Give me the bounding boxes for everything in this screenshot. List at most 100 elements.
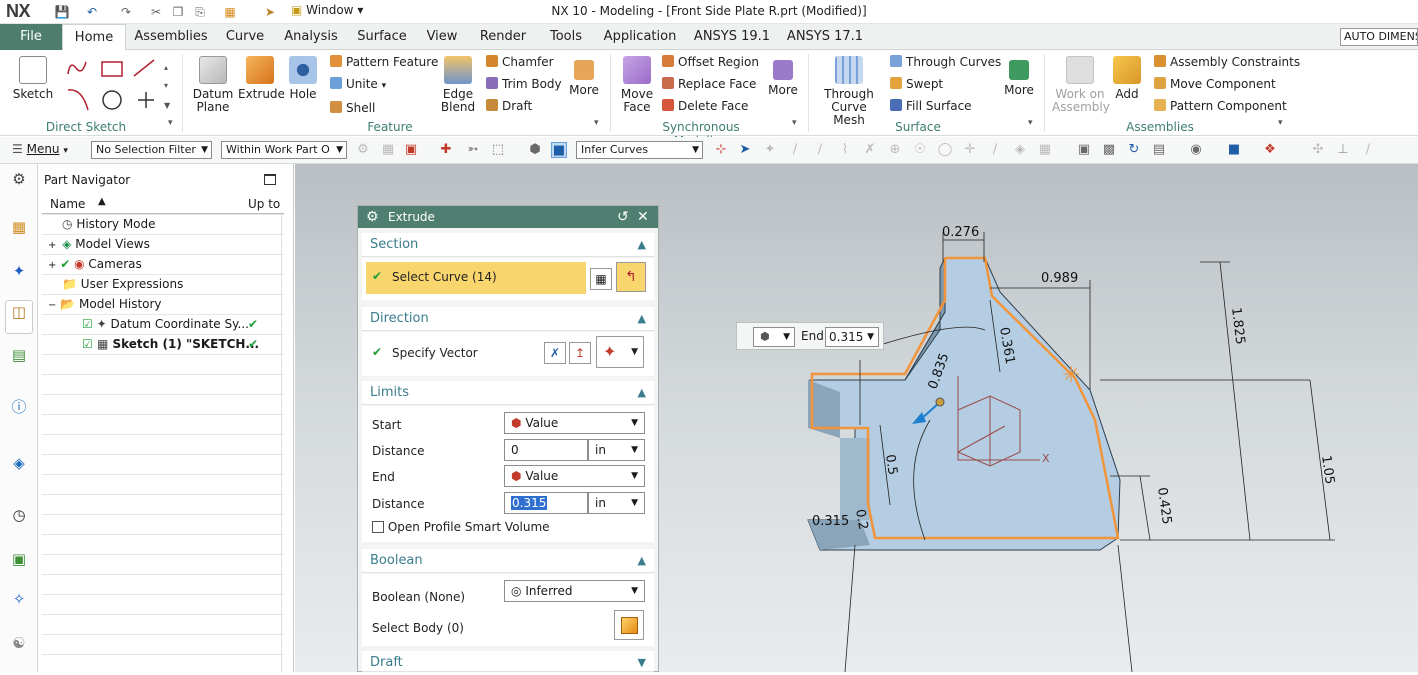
tree-item-sketch[interactable]: ☑ ▦ Sketch (1) "SKETCH... ✔ <box>42 334 284 354</box>
tab-view[interactable]: View <box>424 24 460 50</box>
draft-button[interactable]: Draft <box>486 98 566 114</box>
chamfer-button[interactable]: Chamfer <box>486 54 566 70</box>
group-expand-icon[interactable]: ▾ <box>792 118 797 128</box>
tab-surface[interactable]: Surface <box>355 24 409 50</box>
dialog-title-bar[interactable]: ⚙ Extrude ↺ ✕ <box>358 206 658 228</box>
snap-control-icon[interactable]: ∕ <box>812 142 828 158</box>
start-option-dropdown[interactable]: ⬢ Value ▼ <box>504 412 645 434</box>
delete-face-button[interactable]: Delete Face <box>662 98 762 114</box>
tree-item-model-views[interactable]: + ◈ Model Views <box>42 234 284 254</box>
snap-curve-icon[interactable]: ⌇ <box>837 142 853 158</box>
snap-midpoint-icon[interactable]: ∕ <box>787 142 803 158</box>
assembly-constraints-button[interactable]: Assembly Constraints <box>1154 54 1300 70</box>
column-header-name[interactable]: Name <box>50 197 85 211</box>
snap-icon[interactable]: ✚ <box>438 142 454 158</box>
sketch-section-button[interactable]: ▦ <box>590 268 612 290</box>
render-style-icon[interactable]: ◉ <box>1188 142 1204 158</box>
boolean-group-header[interactable]: Boolean ▲ <box>362 549 654 573</box>
hole-button[interactable]: Hole <box>284 56 322 101</box>
curve-rule-dropdown[interactable]: Infer Curves ▼ <box>576 141 703 159</box>
tab-ansys-19[interactable]: ANSYS 19.1 <box>693 24 771 50</box>
vector-type-dropdown[interactable]: ✦ ▼ <box>596 336 644 368</box>
tab-analysis[interactable]: Analysis <box>282 24 340 50</box>
tab-curve[interactable]: Curve <box>222 24 268 50</box>
more-sync-button[interactable]: More <box>764 56 802 97</box>
tab-tools[interactable]: Tools <box>545 24 587 50</box>
analysis-icon[interactable]: ∕ <box>1360 142 1376 158</box>
expand-icon[interactable]: + <box>48 240 56 251</box>
snap-endpoint-icon[interactable]: ✦ <box>762 142 778 158</box>
snap-on-face-icon[interactable]: ◈ <box>1012 142 1028 158</box>
snap-arc-center-icon[interactable]: ☉ <box>912 142 928 158</box>
tree-item-datum-csys[interactable]: ☑ ✦ Datum Coordinate Sy... ✔ <box>42 314 284 334</box>
sketch-curve-tools[interactable]: ▴ ▾ ▼ <box>62 56 172 116</box>
zoom-icon[interactable]: ▩ <box>1101 142 1117 158</box>
manufacturing-wizard-icon[interactable]: ✧ <box>8 588 30 610</box>
boolean-type-dropdown[interactable]: ◎ Inferred ▼ <box>504 580 645 602</box>
settings-gear-icon[interactable]: ⚙ <box>8 168 30 190</box>
more-surface-button[interactable]: More <box>1000 56 1038 97</box>
snap-intersection-icon[interactable]: ✗ <box>862 142 878 158</box>
constraint-navigator-icon[interactable]: ✦ <box>8 260 30 282</box>
tab-file[interactable]: File <box>0 24 62 50</box>
tab-ansys-17[interactable]: ANSYS 17.1 <box>786 24 864 50</box>
rotate-icon[interactable]: ↻ <box>1126 142 1142 158</box>
body-select-icon[interactable]: ■ <box>551 142 567 158</box>
shell-button[interactable]: Shell <box>330 100 434 116</box>
snap-quadrant-icon[interactable]: ◯ <box>937 142 953 158</box>
snap-on-curve-icon[interactable]: ∕ <box>987 142 1003 158</box>
offset-region-button[interactable]: Offset Region <box>662 54 762 70</box>
gear-icon[interactable]: ⚙ <box>366 206 379 228</box>
feature-select-icon[interactable]: ⬢ <box>527 142 543 158</box>
fill-surface-button[interactable]: Fill Surface <box>890 98 994 114</box>
draft-group-header[interactable]: Draft ▼ <box>362 651 654 672</box>
rectangle-select-icon[interactable]: ⬚ <box>490 142 506 158</box>
selection-scope-dropdown[interactable]: Within Work Part O ▼ <box>221 141 347 159</box>
minimize-panel-icon[interactable] <box>264 174 276 185</box>
snap-point-icon[interactable]: ✛ <box>962 142 978 158</box>
move-component-button[interactable]: Move Component <box>1154 76 1294 92</box>
tree-item-model-history[interactable]: − 📂 Model History <box>42 294 284 314</box>
end-value-input[interactable]: 0.315 ▼ <box>825 327 879 347</box>
orient-view-icon[interactable]: ▤ <box>1151 142 1167 158</box>
end-unit-dropdown[interactable]: in ▼ <box>588 492 645 514</box>
vector-dialog-button[interactable]: ↥ <box>569 342 591 364</box>
open-profile-checkbox[interactable]: Open Profile Smart Volume <box>372 520 550 534</box>
edit-section-icon[interactable]: ■ <box>1226 142 1242 158</box>
menu-button[interactable]: ☰ Menu ▾ <box>12 142 68 156</box>
swept-button[interactable]: Swept <box>890 76 994 92</box>
sketch-button[interactable]: Sketch <box>10 56 56 101</box>
move-face-button[interactable]: Move Face <box>616 56 658 114</box>
select-curve-row[interactable]: ✔ Select Curve (14) <box>366 262 586 294</box>
curve-select-button[interactable]: ↰ <box>616 262 646 292</box>
checkbox-checked-icon[interactable]: ☑ <box>82 337 93 351</box>
tree-item-cameras[interactable]: + ✔ ◉ Cameras <box>42 254 284 274</box>
start-distance-input[interactable]: 0 <box>504 439 588 461</box>
group-expand-icon[interactable]: ▾ <box>1028 118 1033 128</box>
stop-at-intersection-icon[interactable]: ⊹ <box>713 142 729 158</box>
tab-home[interactable]: Home <box>62 24 126 51</box>
assembly-navigator-icon[interactable]: ▦ <box>8 216 30 238</box>
section-group-header[interactable]: Section ▲ <box>362 233 654 257</box>
wcs-icon[interactable]: ✣ <box>1310 142 1326 158</box>
limits-group-header[interactable]: Limits ▲ <box>362 381 654 405</box>
reverse-direction-button[interactable]: ✗ <box>544 342 566 364</box>
fit-view-icon[interactable]: ▣ <box>1076 142 1092 158</box>
select-body-button[interactable] <box>614 610 644 640</box>
quick-pick-icon[interactable]: ➳ <box>465 142 481 158</box>
history-icon[interactable]: ◷ <box>8 504 30 526</box>
pattern-component-button[interactable]: Pattern Component <box>1154 98 1294 114</box>
tab-assemblies[interactable]: Assemblies <box>132 24 210 50</box>
group-expand-icon[interactable]: ▾ <box>594 118 599 128</box>
replace-face-button[interactable]: Replace Face <box>662 76 762 92</box>
general-selection-icon[interactable]: ⚙ <box>355 142 371 158</box>
column-header-up-to[interactable]: Up to <box>248 197 280 211</box>
expand-icon[interactable]: + <box>48 260 56 271</box>
close-icon[interactable]: ✕ <box>637 206 649 228</box>
end-option-dropdown[interactable]: ⬢ ▼ <box>753 327 795 347</box>
start-unit-dropdown[interactable]: in ▼ <box>588 439 645 461</box>
group-expand-icon[interactable]: ▾ <box>168 118 173 128</box>
datum-plane-button[interactable]: Datum Plane <box>190 56 236 114</box>
reuse-library-icon[interactable]: ▤ <box>8 344 30 366</box>
web-browser-icon[interactable]: ◈ <box>8 452 30 474</box>
